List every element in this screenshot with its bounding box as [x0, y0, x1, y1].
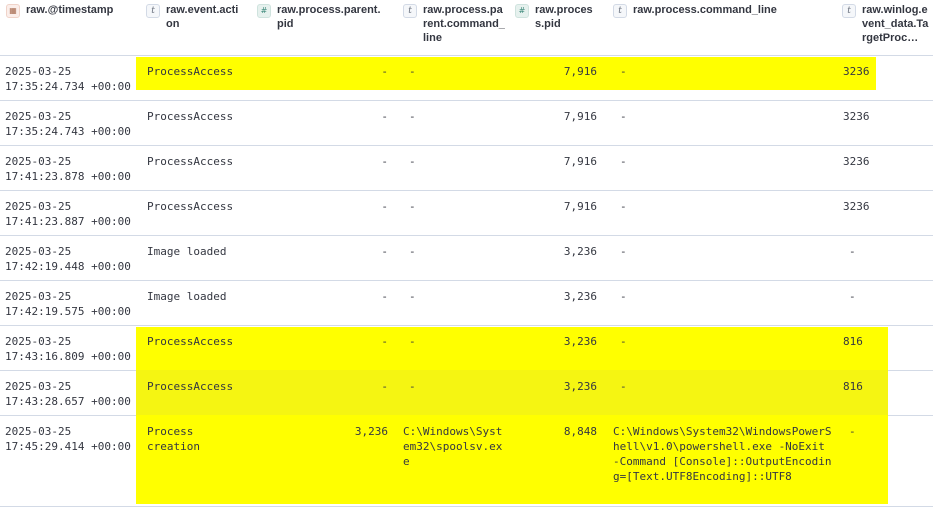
cell-parent-pid: - [381, 380, 388, 393]
cell-target-process: 816 [843, 335, 863, 348]
cell-event-action: ProcessAccess [147, 200, 234, 213]
cell-command-line: - [620, 110, 627, 123]
cell-event-action: ProcessAccess [147, 65, 234, 78]
text-type-icon: t [146, 4, 160, 18]
cell-event-action: ProcessAccess [147, 335, 234, 348]
cell-event-action: ProcessAccess [147, 380, 234, 393]
cell-command-line: - [620, 245, 627, 258]
cell-target-process: 3236 [843, 65, 870, 78]
cell-pid: 8,848 [563, 425, 597, 438]
table-row[interactable]: 2025-03-25 17:42:19.575 +00:00 Image load… [0, 280, 933, 326]
cell-parent-pid: 3,236 [354, 425, 388, 438]
cell-timestamp: 2025-03-25 17:35:24.734 +00:00 [5, 65, 131, 93]
cell-parent-command-line: - [409, 335, 416, 348]
cell-parent-command-line: - [409, 380, 416, 393]
cell-command-line: - [620, 335, 627, 348]
cell-parent-pid: - [381, 65, 388, 78]
cell-pid: 3,236 [563, 290, 597, 303]
calendar-icon: ▦ [6, 4, 20, 18]
cell-timestamp: 2025-03-25 17:41:23.887 +00:00 [5, 200, 131, 228]
cell-timestamp: 2025-03-25 17:42:19.448 +00:00 [5, 245, 131, 273]
cell-event-action: Image loaded [147, 290, 227, 303]
text-type-icon: t [613, 4, 627, 18]
cell-target-process: 3236 [843, 110, 870, 123]
cell-parent-pid: - [381, 290, 388, 303]
cell-event-action: ProcessAccess [147, 155, 234, 168]
column-header-pid[interactable]: # raw.process.pid [515, 3, 599, 31]
column-header-command-line[interactable]: t raw.process.command_line [613, 3, 823, 18]
cell-parent-command-line: - [409, 65, 416, 78]
cell-parent-pid: - [381, 245, 388, 258]
cell-parent-command-line: - [409, 155, 416, 168]
cell-pid: 7,916 [563, 200, 597, 213]
cell-event-action: Image loaded [147, 245, 227, 258]
cell-pid: 7,916 [563, 155, 597, 168]
table-row[interactable]: 2025-03-25 17:45:29.414 +00:00 Process cr… [0, 415, 933, 507]
cell-timestamp: 2025-03-25 17:41:23.878 +00:00 [5, 155, 131, 183]
column-header-parent-command-line[interactable]: t raw.process.parent.command_line [403, 3, 505, 45]
cell-parent-command-line: - [409, 200, 416, 213]
column-header-timestamp[interactable]: ▦ raw.@timestamp [6, 3, 134, 18]
cell-timestamp: 2025-03-25 17:45:29.414 +00:00 [5, 425, 131, 453]
cell-parent-pid: - [381, 155, 388, 168]
number-type-icon: # [515, 4, 529, 18]
cell-target-process: 3236 [843, 155, 870, 168]
cell-command-line: - [620, 380, 627, 393]
text-type-icon: t [842, 4, 856, 18]
cell-pid: 3,236 [563, 380, 597, 393]
cell-timestamp: 2025-03-25 17:42:19.575 +00:00 [5, 290, 131, 318]
cell-event-action: ProcessAccess [147, 110, 234, 123]
column-header-target-process[interactable]: t raw.winlog.event_data.TargetProc… [842, 3, 930, 45]
table-row[interactable]: 2025-03-25 17:35:24.734 +00:00 ProcessAcc… [0, 55, 933, 101]
table-row[interactable]: 2025-03-25 17:42:19.448 +00:00 Image load… [0, 235, 933, 281]
cell-command-line: - [620, 155, 627, 168]
cell-parent-command-line: - [409, 245, 416, 258]
cell-pid: 7,916 [563, 65, 597, 78]
cell-parent-command-line: - [409, 290, 416, 303]
text-type-icon: t [403, 4, 417, 18]
cell-timestamp: 2025-03-25 17:35:24.743 +00:00 [5, 110, 131, 138]
cell-event-action: Process creation [147, 425, 200, 453]
cell-target-process: 816 [843, 380, 863, 393]
table-row[interactable]: 2025-03-25 17:41:23.887 +00:00 ProcessAcc… [0, 190, 933, 236]
cell-parent-pid: - [381, 110, 388, 123]
number-type-icon: # [257, 4, 271, 18]
cell-target-process: - [849, 245, 856, 258]
results-table: ▦ raw.@timestamp t raw.event.action # ra… [0, 0, 933, 509]
column-header-event-action[interactable]: t raw.event.action [146, 3, 246, 31]
cell-target-process: 3236 [843, 200, 870, 213]
cell-timestamp: 2025-03-25 17:43:28.657 +00:00 [5, 380, 131, 408]
table-row[interactable]: 2025-03-25 17:43:16.809 +00:00 ProcessAcc… [0, 325, 933, 371]
cell-command-line: - [620, 200, 627, 213]
cell-parent-command-line: - [409, 110, 416, 123]
cell-pid: 3,236 [563, 335, 597, 348]
cell-target-process: - [849, 425, 856, 438]
table-row[interactable]: 2025-03-25 17:41:23.878 +00:00 ProcessAcc… [0, 145, 933, 191]
table-header: ▦ raw.@timestamp t raw.event.action # ra… [0, 0, 933, 56]
cell-pid: 3,236 [563, 245, 597, 258]
cell-command-line: - [620, 65, 627, 78]
table-row[interactable]: 2025-03-25 17:35:24.743 +00:00 ProcessAcc… [0, 100, 933, 146]
cell-parent-command-line: C:\Windows\System32\spoolsv.exe [403, 425, 503, 468]
cell-timestamp: 2025-03-25 17:43:16.809 +00:00 [5, 335, 131, 363]
cell-parent-pid: - [381, 200, 388, 213]
cell-pid: 7,916 [563, 110, 597, 123]
column-header-parent-pid[interactable]: # raw.process.parent.pid [257, 3, 389, 31]
cell-parent-pid: - [381, 335, 388, 348]
cell-command-line: C:\Windows\System32\WindowsPowerShell\v1… [613, 425, 832, 483]
table-row[interactable]: 2025-03-25 17:43:28.657 +00:00 ProcessAcc… [0, 370, 933, 416]
cell-command-line: - [620, 290, 627, 303]
cell-target-process: - [849, 290, 856, 303]
